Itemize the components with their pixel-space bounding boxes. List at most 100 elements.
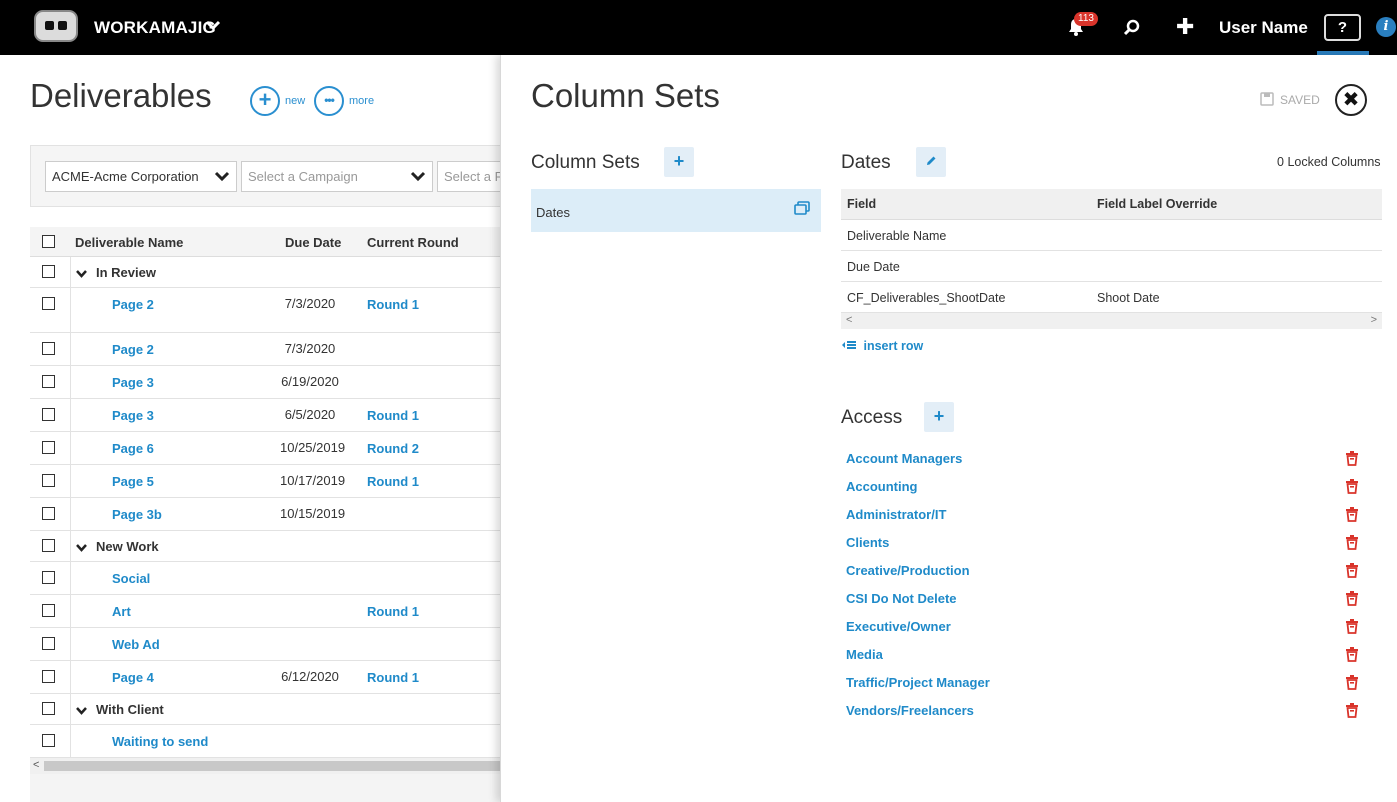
edit-set-button[interactable] bbox=[916, 147, 946, 177]
campaign-select[interactable]: Select a Campaign bbox=[241, 161, 433, 192]
current-round-link[interactable]: Round 1 bbox=[367, 297, 419, 312]
group-row[interactable]: New Work bbox=[30, 531, 500, 562]
deliverable-name-link[interactable]: Page 3 bbox=[112, 408, 154, 423]
access-group-link[interactable]: Vendors/Freelancers bbox=[846, 703, 974, 718]
trash-icon[interactable] bbox=[1344, 702, 1360, 718]
access-group-link[interactable]: Media bbox=[846, 647, 883, 662]
row-checkbox[interactable] bbox=[42, 507, 55, 520]
column-set-item[interactable]: Dates bbox=[531, 189, 821, 232]
field-row[interactable]: CF_Deliverables_ShootDate Shoot Date bbox=[841, 282, 1382, 313]
table-row[interactable]: Page 3b 10/15/2019 bbox=[30, 498, 500, 531]
deliverable-name-link[interactable]: Waiting to send bbox=[112, 734, 208, 749]
help-button[interactable]: ? bbox=[1324, 14, 1361, 41]
deliverable-name-link[interactable]: Social bbox=[112, 571, 150, 586]
project-select[interactable]: Select a Pr bbox=[437, 161, 500, 192]
chevron-down-icon[interactable] bbox=[76, 540, 87, 555]
row-checkbox[interactable] bbox=[42, 474, 55, 487]
table-row[interactable]: Page 4 6/12/2020 Round 1 bbox=[30, 661, 500, 694]
row-checkbox[interactable] bbox=[42, 734, 55, 747]
current-round-link[interactable]: Round 1 bbox=[367, 408, 419, 423]
chevron-down-icon[interactable] bbox=[76, 266, 87, 281]
new-label[interactable]: new bbox=[285, 95, 305, 107]
deliverable-name-link[interactable]: Page 3 bbox=[112, 375, 154, 390]
deliverable-name-link[interactable]: Page 5 bbox=[112, 474, 154, 489]
deliverable-name-link[interactable]: Art bbox=[112, 604, 131, 619]
add-column-set-button[interactable]: + bbox=[664, 147, 694, 177]
deliverable-name-link[interactable]: Page 2 bbox=[112, 297, 154, 312]
access-group-link[interactable]: Accounting bbox=[846, 479, 918, 494]
row-checkbox[interactable] bbox=[42, 670, 55, 683]
access-group-link[interactable]: CSI Do Not Delete bbox=[846, 591, 957, 606]
trash-icon[interactable] bbox=[1344, 674, 1360, 690]
access-group-link[interactable]: Clients bbox=[846, 535, 889, 550]
access-group-link[interactable]: Account Managers bbox=[846, 451, 962, 466]
more-label[interactable]: more bbox=[349, 95, 374, 107]
table-row[interactable]: Page 3 6/5/2020 Round 1 bbox=[30, 399, 500, 432]
row-checkbox[interactable] bbox=[42, 342, 55, 355]
trash-icon[interactable] bbox=[1344, 478, 1360, 494]
client-select[interactable]: ACME-Acme Corporation bbox=[45, 161, 237, 192]
deliverable-name-link[interactable]: Page 3b bbox=[112, 507, 162, 522]
table-row[interactable]: Page 2 7/3/2020 Round 1 bbox=[30, 288, 500, 333]
group-checkbox[interactable] bbox=[42, 265, 55, 278]
chevron-down-icon[interactable] bbox=[205, 17, 221, 38]
group-checkbox[interactable] bbox=[42, 539, 55, 552]
add-icon[interactable]: ✚ bbox=[1176, 16, 1194, 38]
column-header-name[interactable]: Deliverable Name bbox=[75, 235, 183, 250]
table-row[interactable]: Waiting to send bbox=[30, 725, 500, 758]
trash-icon[interactable] bbox=[1344, 590, 1360, 606]
table-row[interactable]: Page 2 7/3/2020 bbox=[30, 333, 500, 366]
trash-icon[interactable] bbox=[1344, 646, 1360, 662]
deliverable-name-link[interactable]: Page 2 bbox=[112, 342, 154, 357]
row-checkbox[interactable] bbox=[42, 441, 55, 454]
row-checkbox[interactable] bbox=[42, 604, 55, 617]
current-round-link[interactable]: Round 1 bbox=[367, 604, 419, 619]
deliverable-name-link[interactable]: Page 6 bbox=[112, 441, 154, 456]
table-row[interactable]: Page 6 10/25/2019 Round 2 bbox=[30, 432, 500, 465]
app-logo[interactable] bbox=[34, 10, 78, 42]
table-row[interactable]: Art Round 1 bbox=[30, 595, 500, 628]
fields-table-scrollbar[interactable]: < > bbox=[841, 313, 1382, 329]
field-row[interactable]: Deliverable Name bbox=[841, 220, 1382, 251]
field-row[interactable]: Due Date bbox=[841, 251, 1382, 282]
insert-row-link[interactable]: insert row bbox=[842, 339, 923, 353]
more-button[interactable]: ••• bbox=[314, 86, 344, 116]
row-checkbox[interactable] bbox=[42, 375, 55, 388]
row-checkbox[interactable] bbox=[42, 571, 55, 584]
trash-icon[interactable] bbox=[1344, 562, 1360, 578]
column-header-current-round[interactable]: Current Round bbox=[367, 235, 459, 250]
new-button[interactable]: + bbox=[250, 86, 280, 116]
access-group-link[interactable]: Traffic/Project Manager bbox=[846, 675, 990, 690]
trash-icon[interactable] bbox=[1344, 506, 1360, 522]
chevron-down-icon[interactable] bbox=[76, 703, 87, 718]
add-access-button[interactable]: + bbox=[924, 402, 954, 432]
current-round-link[interactable]: Round 1 bbox=[367, 670, 419, 685]
scrollbar-thumb[interactable] bbox=[44, 761, 500, 771]
group-checkbox[interactable] bbox=[42, 702, 55, 715]
trash-icon[interactable] bbox=[1344, 534, 1360, 550]
group-row[interactable]: In Review bbox=[30, 257, 500, 288]
field-label-override[interactable]: Shoot Date bbox=[1097, 291, 1160, 305]
trash-icon[interactable] bbox=[1344, 618, 1360, 634]
group-row[interactable]: With Client bbox=[30, 694, 500, 725]
column-header-due-date[interactable]: Due Date bbox=[285, 235, 341, 250]
row-checkbox[interactable] bbox=[42, 297, 55, 310]
current-round-link[interactable]: Round 1 bbox=[367, 474, 419, 489]
scroll-left-icon[interactable]: < bbox=[846, 314, 852, 326]
access-group-link[interactable]: Executive/Owner bbox=[846, 619, 951, 634]
table-row[interactable]: Page 5 10/17/2019 Round 1 bbox=[30, 465, 500, 498]
user-menu[interactable]: User Name bbox=[1219, 18, 1308, 38]
info-icon[interactable]: i bbox=[1376, 17, 1396, 37]
trash-icon[interactable] bbox=[1344, 450, 1360, 466]
current-round-link[interactable]: Round 2 bbox=[367, 441, 419, 456]
deliverable-name-link[interactable]: Page 4 bbox=[112, 670, 154, 685]
grid-horizontal-scrollbar[interactable]: < bbox=[30, 758, 500, 774]
row-checkbox[interactable] bbox=[42, 637, 55, 650]
table-row[interactable]: Web Ad bbox=[30, 628, 500, 661]
scroll-right-icon[interactable]: > bbox=[1371, 314, 1377, 326]
copy-icon[interactable] bbox=[794, 201, 810, 218]
notification-badge[interactable]: 113 bbox=[1074, 12, 1098, 26]
search-icon[interactable] bbox=[1122, 18, 1142, 43]
table-row[interactable]: Social bbox=[30, 562, 500, 595]
row-checkbox[interactable] bbox=[42, 408, 55, 421]
